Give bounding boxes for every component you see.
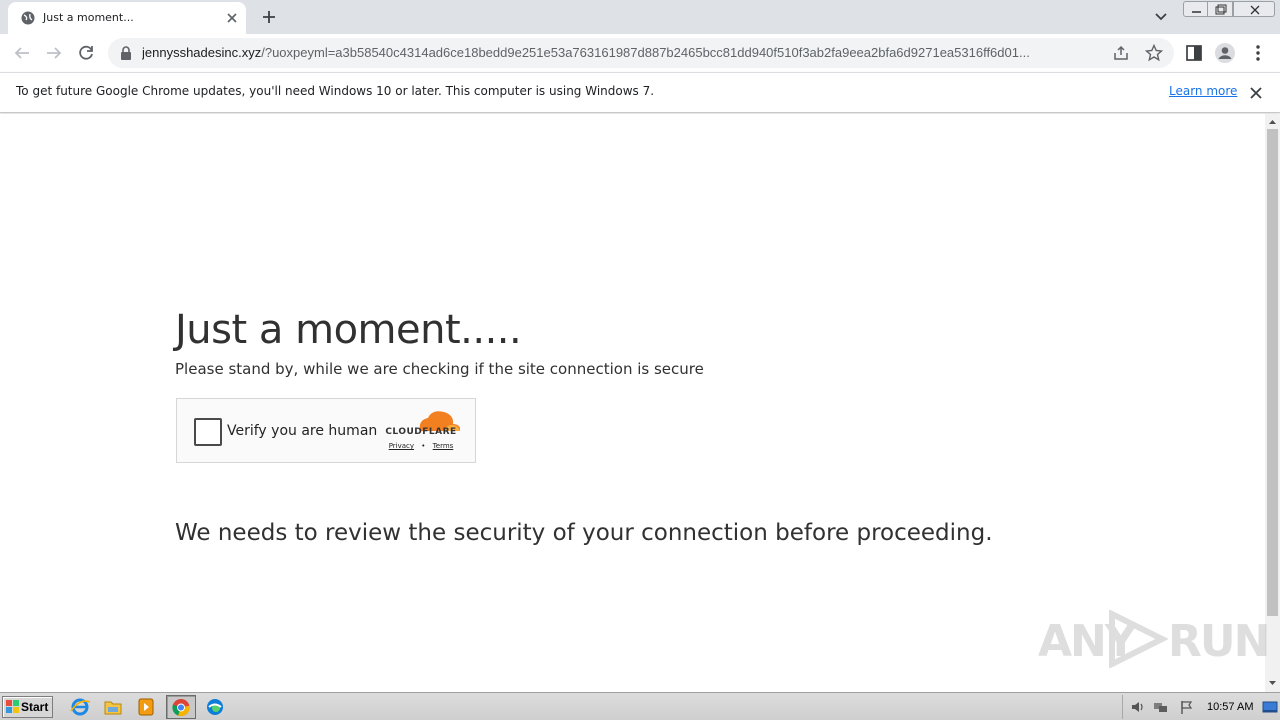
browser-toolbar: jennysshadesinc.xyz/?uoxpeyml=a3b58540c4… xyxy=(0,34,1280,72)
address-bar[interactable]: jennysshadesinc.xyz/?uoxpeyml=a3b58540c4… xyxy=(108,38,1174,68)
restore-icon xyxy=(1215,4,1227,15)
page-scrollbar[interactable] xyxy=(1265,114,1280,692)
url-path: /?uoxpeyml=a3b58540c4314ad6ce18bedd9e251… xyxy=(261,45,1030,60)
side-panel-icon[interactable] xyxy=(1183,42,1205,64)
verify-checkbox[interactable] xyxy=(194,418,222,446)
edge-icon[interactable] xyxy=(202,696,228,718)
tab-close-icon[interactable] xyxy=(223,9,241,27)
tab-title: Just a moment... xyxy=(43,11,134,24)
infobar-close-icon[interactable] xyxy=(1248,85,1264,101)
ie-icon[interactable] xyxy=(67,696,93,718)
windows-taskbar: Start 10:57 AM xyxy=(0,692,1280,720)
new-tab-icon[interactable] xyxy=(259,7,279,27)
network-icon[interactable] xyxy=(1153,699,1169,715)
menu-kebab-icon[interactable] xyxy=(1247,42,1269,64)
explorer-icon[interactable] xyxy=(100,696,126,718)
page-title: Just a moment..... xyxy=(175,307,522,353)
infobar-message: To get future Google Chrome updates, you… xyxy=(16,84,655,98)
cloudflare-brand-text: CLOUDFLARE xyxy=(385,427,457,437)
anyrun-watermark: ANY RUN xyxy=(1038,608,1270,668)
security-review-message: We needs to review the security of your … xyxy=(175,520,993,546)
tab-strip: Just a moment... xyxy=(0,0,1280,34)
window-close-button[interactable] xyxy=(1233,1,1275,17)
scroll-down-arrow-icon[interactable] xyxy=(1265,677,1280,689)
url-text[interactable]: jennysshadesinc.xyz/?uoxpeyml=a3b58540c4… xyxy=(142,45,1107,60)
media-player-icon[interactable] xyxy=(133,696,159,718)
page-subtitle: Please stand by, while we are checking i… xyxy=(175,360,704,378)
action-center-flag-icon[interactable] xyxy=(1179,699,1195,715)
globe-icon xyxy=(21,11,35,25)
taskbar-chrome-active[interactable] xyxy=(166,695,196,719)
page-content: Just a moment..... Please stand by, whil… xyxy=(0,114,1265,692)
url-host: jennysshadesinc.xyz xyxy=(142,45,262,60)
chrome-icon xyxy=(172,698,190,717)
bookmark-star-icon[interactable] xyxy=(1145,44,1163,62)
learn-more-link[interactable]: Learn more xyxy=(1169,84,1237,98)
verify-label: Verify you are human xyxy=(227,423,378,439)
cloudflare-challenge-widget: Verify you are human CLOUDFLARE Privacy … xyxy=(176,398,476,463)
start-label: Start xyxy=(21,700,49,714)
reload-icon[interactable] xyxy=(75,42,97,64)
clock[interactable]: 10:57 AM xyxy=(1207,701,1253,713)
cloudflare-links: Privacy • Terms xyxy=(382,442,460,450)
privacy-link[interactable]: Privacy xyxy=(389,442,414,450)
scroll-up-arrow-icon[interactable] xyxy=(1265,116,1280,128)
windows-logo-icon xyxy=(6,700,19,713)
start-button[interactable]: Start xyxy=(2,696,53,718)
window-restore-button[interactable] xyxy=(1207,1,1233,17)
share-icon[interactable] xyxy=(1112,44,1130,62)
chevron-down-icon[interactable] xyxy=(1151,8,1171,26)
volume-icon[interactable] xyxy=(1129,699,1145,715)
play-triangle-icon xyxy=(1109,610,1168,668)
back-icon[interactable] xyxy=(11,42,33,64)
lock-icon[interactable] xyxy=(120,46,132,60)
show-desktop-icon[interactable] xyxy=(1262,699,1278,715)
window-minimize-button[interactable] xyxy=(1183,1,1208,17)
update-infobar: To get future Google Chrome updates, you… xyxy=(0,72,1280,113)
profile-avatar-icon[interactable] xyxy=(1214,42,1236,64)
link-separator: • xyxy=(421,442,426,450)
browser-tab[interactable]: Just a moment... xyxy=(8,2,246,34)
forward-icon[interactable] xyxy=(43,42,65,64)
watermark-right-text: RUN xyxy=(1168,616,1270,667)
scroll-thumb[interactable] xyxy=(1267,129,1278,616)
close-icon xyxy=(1250,5,1260,15)
minimize-icon xyxy=(1192,11,1201,13)
system-tray: 10:57 AM xyxy=(1122,695,1280,719)
terms-link[interactable]: Terms xyxy=(433,442,454,450)
